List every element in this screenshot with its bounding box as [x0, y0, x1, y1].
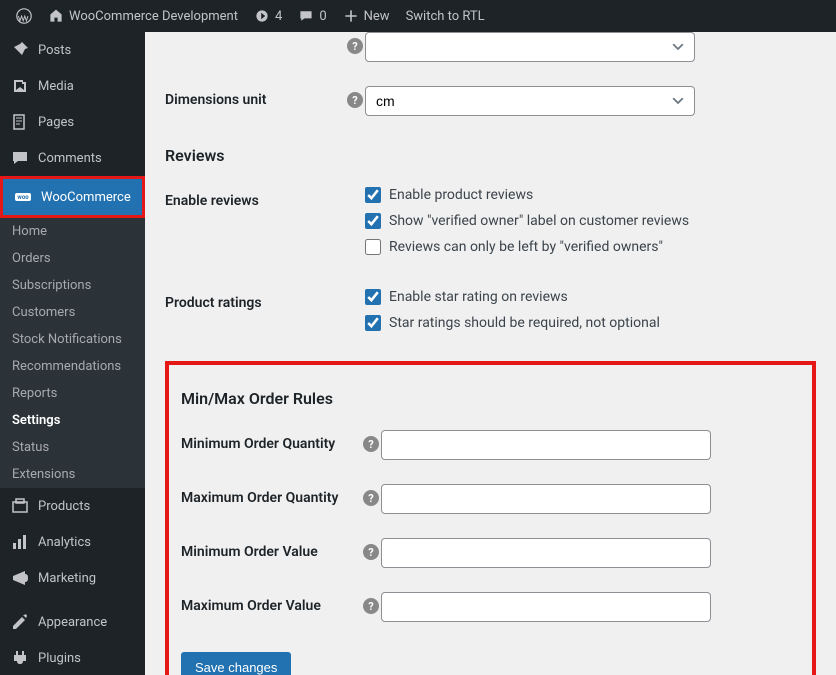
sidebar-item-plugins[interactable]: Plugins [0, 640, 145, 675]
comments-count: 0 [319, 9, 326, 24]
woocommerce-submenu: Home Orders Subscriptions Customers Stoc… [0, 218, 145, 488]
submenu-item-customers[interactable]: Customers [0, 299, 145, 326]
sidebar-item-woocommerce[interactable]: woo WooCommerce [0, 176, 145, 218]
plugin-icon [10, 648, 30, 668]
reviews-heading: Reviews [165, 146, 816, 165]
admin-bar: WooCommerce Development 4 0 New Switch t… [0, 0, 836, 32]
rtl-link[interactable]: Switch to RTL [398, 9, 493, 24]
submenu-item-reports[interactable]: Reports [0, 380, 145, 407]
sidebar-item-appearance[interactable]: Appearance [0, 604, 145, 640]
submenu-item-home[interactable]: Home [0, 218, 145, 245]
updates-count: 4 [275, 9, 282, 24]
field-label: Maximum Order Quantity [181, 484, 361, 506]
star-required-checkbox[interactable] [365, 315, 381, 331]
checkbox-label: Reviews can only be left by "verified ow… [389, 239, 663, 255]
sidebar-item-media[interactable]: Media [0, 68, 145, 104]
max-order-qty-input[interactable] [381, 484, 711, 514]
products-icon [10, 496, 30, 516]
dimensions-unit-select[interactable]: cm [365, 86, 695, 116]
new-label: New [364, 9, 390, 24]
field-label: Product ratings [165, 289, 345, 311]
wp-logo[interactable] [8, 8, 40, 24]
submenu-item-settings[interactable]: Settings [0, 407, 145, 434]
appearance-icon [10, 612, 30, 632]
field-label: Maximum Order Value [181, 592, 361, 614]
sidebar-item-products[interactable]: Products [0, 488, 145, 524]
site-name-link[interactable]: WooCommerce Development [40, 8, 246, 24]
weight-unit-select[interactable] [365, 32, 695, 62]
sidebar-item-posts[interactable]: Posts [0, 32, 145, 68]
submenu-item-orders[interactable]: Orders [0, 245, 145, 272]
comment-icon [10, 148, 30, 168]
submenu-item-subscriptions[interactable]: Subscriptions [0, 272, 145, 299]
field-label: Minimum Order Value [181, 538, 361, 560]
sidebar-label: Media [38, 79, 74, 94]
verified-label-checkbox[interactable] [365, 213, 381, 229]
enable-reviews-checkbox[interactable] [365, 187, 381, 203]
pin-icon [10, 40, 30, 60]
settings-content: ? Dimensions unit ? cm Reviews Enable re… [145, 32, 836, 675]
marketing-icon [10, 568, 30, 588]
help-icon[interactable]: ? [363, 544, 379, 560]
sidebar-label: Marketing [38, 571, 96, 586]
submenu-item-stock-notifications[interactable]: Stock Notifications [0, 326, 145, 353]
field-label [165, 32, 345, 38]
minmax-section: Min/Max Order Rules Minimum Order Quanti… [165, 361, 816, 675]
rtl-label: Switch to RTL [406, 9, 485, 24]
comments-link[interactable]: 0 [290, 8, 334, 24]
new-link[interactable]: New [335, 8, 398, 24]
sidebar-label: Plugins [38, 651, 81, 666]
field-label: Minimum Order Quantity [181, 430, 361, 452]
submenu-item-extensions[interactable]: Extensions [0, 461, 145, 488]
minmax-heading: Min/Max Order Rules [181, 389, 800, 408]
field-label: Enable reviews [165, 187, 345, 209]
woo-icon: woo [13, 187, 33, 207]
field-label: Dimensions unit [165, 86, 345, 108]
save-button[interactable]: Save changes [181, 652, 291, 675]
sidebar-label: Analytics [38, 535, 91, 550]
checkbox-label: Enable star rating on reviews [389, 289, 568, 305]
sidebar-label: Pages [38, 115, 74, 130]
enable-star-checkbox[interactable] [365, 289, 381, 305]
sidebar-label: Posts [38, 43, 71, 58]
sidebar-label: Comments [38, 151, 102, 166]
submenu-item-recommendations[interactable]: Recommendations [0, 353, 145, 380]
page-icon [10, 112, 30, 132]
sidebar-label: Products [38, 499, 90, 514]
checkbox-label: Show "verified owner" label on customer … [389, 213, 689, 229]
help-icon[interactable]: ? [363, 598, 379, 614]
checkbox-label: Star ratings should be required, not opt… [389, 315, 660, 331]
analytics-icon [10, 532, 30, 552]
site-name: WooCommerce Development [69, 9, 238, 24]
help-icon[interactable]: ? [347, 38, 363, 54]
sidebar-item-pages[interactable]: Pages [0, 104, 145, 140]
help-icon[interactable]: ? [363, 490, 379, 506]
min-order-value-input[interactable] [381, 538, 711, 568]
updates-link[interactable]: 4 [246, 8, 290, 24]
max-order-value-input[interactable] [381, 592, 711, 622]
sidebar-item-analytics[interactable]: Analytics [0, 524, 145, 560]
svg-text:woo: woo [17, 194, 29, 201]
sidebar-label: WooCommerce [41, 190, 131, 205]
sidebar-item-comments[interactable]: Comments [0, 140, 145, 176]
only-verified-checkbox[interactable] [365, 239, 381, 255]
help-icon[interactable]: ? [347, 92, 363, 108]
checkbox-label: Enable product reviews [389, 187, 533, 203]
min-order-qty-input[interactable] [381, 430, 711, 460]
media-icon [10, 76, 30, 96]
help-icon[interactable]: ? [363, 436, 379, 452]
sidebar-item-marketing[interactable]: Marketing [0, 560, 145, 596]
sidebar-label: Appearance [38, 615, 107, 630]
submenu-item-status[interactable]: Status [0, 434, 145, 461]
admin-sidebar: Posts Media Pages Comments woo WooCommerc… [0, 32, 145, 675]
